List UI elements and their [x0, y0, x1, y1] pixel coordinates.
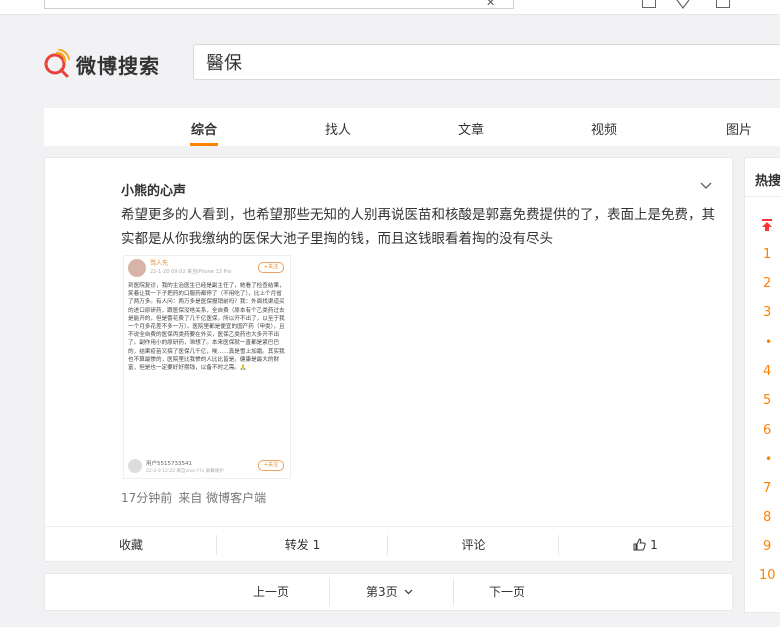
- embedded-footer-meta: 22-2-3 12:22 来自vivo Y7s 屏幕保护: [146, 469, 224, 474]
- bookmark-icon[interactable]: [642, 0, 656, 8]
- favorite-button[interactable]: 收藏: [45, 527, 217, 563]
- hot-search-title: 热搜: [755, 174, 780, 189]
- embedded-meta: 22-1-20 09:02 来自iPhone 13 Pro: [150, 269, 232, 275]
- post-time-source: 17分钟前 来自 微博客户端: [121, 489, 266, 506]
- pagination: 上一页 第3页 下一页: [44, 573, 733, 611]
- thumbs-up-icon: [633, 538, 646, 551]
- prev-page-button[interactable]: 上一页: [253, 574, 289, 610]
- search-box[interactable]: [193, 44, 780, 80]
- search-input[interactable]: [206, 51, 766, 73]
- hot-rank[interactable]: 4: [763, 364, 771, 379]
- collections-icon[interactable]: [676, 0, 690, 9]
- post-image[interactable]: 骂人先 22-1-20 09:02 来自iPhone 13 Pro +关注 到医…: [123, 255, 291, 479]
- hot-search-panel: 热搜 1 2 3 • 4 5 6 • 7 8 9 10: [744, 157, 780, 613]
- comment-button[interactable]: 评论: [388, 527, 559, 563]
- embedded-footer-name: 用户5515733541: [146, 461, 192, 467]
- tab-articles[interactable]: 文章: [458, 119, 484, 138]
- post-card: 小熊的心声 希望更多的人看到，也希望那些无知的人别再说医苗和核酸是郭嘉免费提供的…: [44, 157, 733, 562]
- tab-images[interactable]: 图片: [726, 119, 752, 138]
- pin-top-icon: [762, 219, 772, 231]
- embedded-footer-avatar: [128, 459, 142, 473]
- hot-rank[interactable]: 10: [759, 568, 776, 583]
- embedded-follow: +关注: [258, 262, 284, 273]
- logo-text: 微博搜索: [76, 54, 160, 78]
- post-time[interactable]: 17分钟前: [121, 491, 172, 505]
- active-tab-indicator: [190, 143, 218, 146]
- hot-rank[interactable]: 2: [763, 276, 771, 291]
- divider: [745, 196, 780, 197]
- hot-rank-dot[interactable]: •: [765, 335, 772, 349]
- hot-rank[interactable]: 7: [763, 481, 771, 496]
- hot-rank[interactable]: 9: [763, 539, 771, 554]
- menu-icon[interactable]: [716, 0, 730, 8]
- hot-rank[interactable]: 1: [763, 247, 771, 262]
- search-tabs: 综合 找人 文章 视频 图片: [44, 108, 780, 146]
- hot-rank[interactable]: 8: [763, 510, 771, 525]
- tab-videos[interactable]: 视频: [591, 119, 617, 138]
- hot-rank-dot[interactable]: •: [765, 452, 772, 466]
- next-page-button[interactable]: 下一页: [489, 574, 525, 610]
- hot-rank[interactable]: 3: [763, 305, 771, 320]
- page-select[interactable]: 第3页: [366, 574, 413, 610]
- chevron-down-icon[interactable]: [700, 180, 712, 192]
- divider: [329, 578, 330, 606]
- divider: [453, 578, 454, 606]
- close-icon[interactable]: ✕: [486, 0, 495, 9]
- tab-people[interactable]: 找人: [325, 119, 351, 138]
- address-bar[interactable]: [44, 0, 514, 9]
- embedded-footer-follow: +关注: [258, 460, 284, 471]
- post-actions: 收藏 转发 1 评论 1: [45, 526, 732, 563]
- embedded-body: 到医院复诊，我的主治医生已经是副主任了，她看了检查结果，笑着让我一下子把药的口服…: [128, 283, 285, 372]
- embedded-avatar: [128, 259, 146, 277]
- post-source: 来自 微博客户端: [178, 491, 267, 505]
- current-page: 第3页: [366, 585, 398, 599]
- tab-comprehensive[interactable]: 综合: [191, 119, 217, 138]
- repost-button[interactable]: 转发 1: [217, 527, 388, 563]
- weibo-search-logo[interactable]: 微博搜索: [43, 48, 178, 79]
- embedded-name: 骂人先: [150, 260, 169, 267]
- hot-rank[interactable]: 6: [763, 423, 771, 438]
- post-author[interactable]: 小熊的心声: [121, 180, 186, 199]
- browser-top-strip: ✕: [0, 0, 780, 15]
- like-button[interactable]: 1: [559, 527, 732, 563]
- post-text: 希望更多的人看到，也希望那些无知的人别再说医苗和核酸是郭嘉免费提供的了，表面上是…: [121, 207, 715, 247]
- like-count: 1: [650, 538, 658, 552]
- chevron-down-icon: [405, 589, 413, 595]
- weibo-search-logo-icon: [44, 48, 70, 78]
- hot-rank[interactable]: 5: [763, 393, 771, 408]
